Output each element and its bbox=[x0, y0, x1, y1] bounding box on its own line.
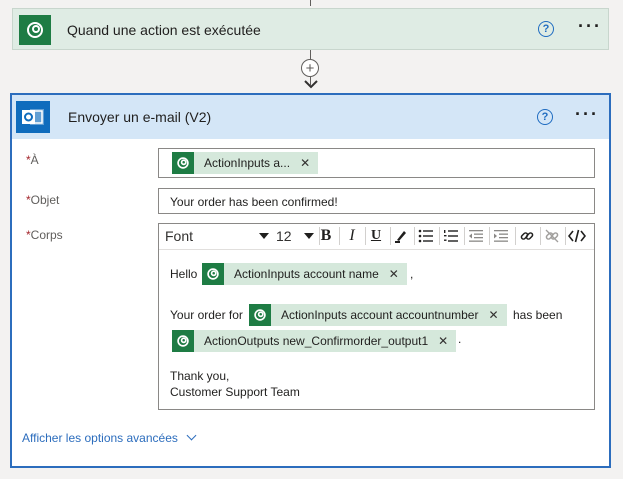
subject-label-text: Objet bbox=[30, 193, 60, 207]
body-editor[interactable]: Font 12 B I U Hello ActionInputs account… bbox=[158, 223, 595, 410]
dataverse-icon bbox=[172, 330, 194, 352]
dataverse-icon bbox=[19, 15, 51, 45]
help-icon[interactable]: ? bbox=[537, 109, 553, 125]
subject-field[interactable]: Your order has been confirmed! bbox=[158, 188, 595, 214]
more-options-icon[interactable]: ··· bbox=[575, 104, 599, 125]
help-icon[interactable]: ? bbox=[538, 21, 554, 37]
token-label: ActionInputs account name bbox=[234, 267, 379, 281]
token-label: ActionInputs a... bbox=[204, 156, 291, 170]
body-label-text: Corps bbox=[30, 228, 63, 242]
font-size-dropdown[interactable]: 12 bbox=[276, 226, 314, 246]
body-text-hello: Hello bbox=[170, 267, 198, 281]
plus-icon: + bbox=[305, 59, 315, 77]
subject-field-label: *Objet bbox=[26, 193, 59, 207]
token-label: ActionOutputs new_Confirmorder_output1 bbox=[204, 334, 429, 348]
decrease-indent-icon[interactable] bbox=[465, 226, 487, 246]
outlook-icon bbox=[16, 101, 50, 133]
dataverse-icon bbox=[202, 263, 224, 285]
underline-button[interactable]: U bbox=[365, 226, 387, 246]
to-label-text: À bbox=[30, 153, 39, 167]
more-options-icon[interactable]: ··· bbox=[578, 16, 602, 37]
numbered-list-icon[interactable] bbox=[440, 226, 462, 246]
rich-text-toolbar: Font 12 B I U bbox=[159, 224, 594, 250]
dynamic-content-token[interactable]: ActionInputs a... ✕ bbox=[172, 152, 319, 174]
remove-token-icon[interactable]: ✕ bbox=[300, 156, 310, 170]
font-family-dropdown[interactable]: Font bbox=[165, 226, 269, 246]
remove-token-icon[interactable]: ✕ bbox=[488, 308, 498, 322]
add-step-button[interactable]: + bbox=[301, 59, 319, 77]
body-text-thank-you: Thank you, bbox=[170, 369, 230, 383]
dynamic-content-token[interactable]: ActionInputs account accountnumber ✕ bbox=[249, 304, 507, 326]
body-text-period: . bbox=[458, 332, 462, 346]
dataverse-icon bbox=[172, 152, 194, 174]
trigger-title: Quand une action est exécutée bbox=[67, 22, 261, 38]
italic-button[interactable]: I bbox=[341, 226, 363, 246]
font-size-value: 12 bbox=[276, 228, 292, 244]
to-field-label: *À bbox=[26, 153, 39, 167]
font-family-value: Font bbox=[165, 228, 194, 244]
bullet-list-icon[interactable] bbox=[415, 226, 437, 246]
chevron-down-icon bbox=[259, 233, 269, 239]
subject-value: Your order has been confirmed! bbox=[170, 195, 338, 209]
unlink-icon[interactable] bbox=[541, 226, 563, 246]
chevron-down-icon bbox=[186, 430, 197, 441]
trigger-card[interactable]: Quand une action est exécutée ? ··· bbox=[12, 8, 609, 50]
code-view-icon[interactable] bbox=[566, 226, 588, 246]
body-text-signature: Customer Support Team bbox=[170, 385, 300, 399]
send-email-action-card: Envoyer un e-mail (V2) ? ··· *À ActionIn… bbox=[10, 93, 611, 468]
bold-button[interactable]: B bbox=[315, 226, 337, 246]
to-field[interactable]: ActionInputs a... ✕ bbox=[158, 148, 595, 178]
body-field-label: *Corps bbox=[26, 228, 63, 242]
connector-line bbox=[310, 0, 311, 6]
increase-indent-icon[interactable] bbox=[490, 226, 512, 246]
action-title: Envoyer un e-mail (V2) bbox=[68, 109, 212, 125]
dataverse-icon bbox=[249, 304, 271, 326]
remove-token-icon[interactable]: ✕ bbox=[389, 267, 399, 281]
remove-token-icon[interactable]: ✕ bbox=[438, 334, 448, 348]
highlight-pen-icon[interactable] bbox=[390, 226, 412, 246]
token-label: ActionInputs account accountnumber bbox=[281, 308, 479, 322]
toolbar-divider bbox=[339, 227, 340, 245]
chevron-down-icon bbox=[304, 233, 314, 239]
action-header[interactable]: Envoyer un e-mail (V2) ? ··· bbox=[12, 95, 609, 139]
advanced-options-label: Afficher les options avancées bbox=[22, 431, 178, 445]
connector-line bbox=[310, 50, 311, 59]
body-text-comma: , bbox=[410, 267, 414, 281]
arrow-down-icon bbox=[304, 80, 318, 89]
link-icon[interactable] bbox=[516, 226, 538, 246]
dynamic-content-token[interactable]: ActionOutputs new_Confirmorder_output1 ✕ bbox=[172, 330, 457, 352]
dynamic-content-token[interactable]: ActionInputs account name ✕ bbox=[202, 263, 407, 285]
body-text-has-been: has been bbox=[513, 308, 563, 322]
show-advanced-options-link[interactable]: Afficher les options avancées bbox=[22, 430, 197, 445]
body-text-order-for: Your order for bbox=[170, 308, 243, 322]
